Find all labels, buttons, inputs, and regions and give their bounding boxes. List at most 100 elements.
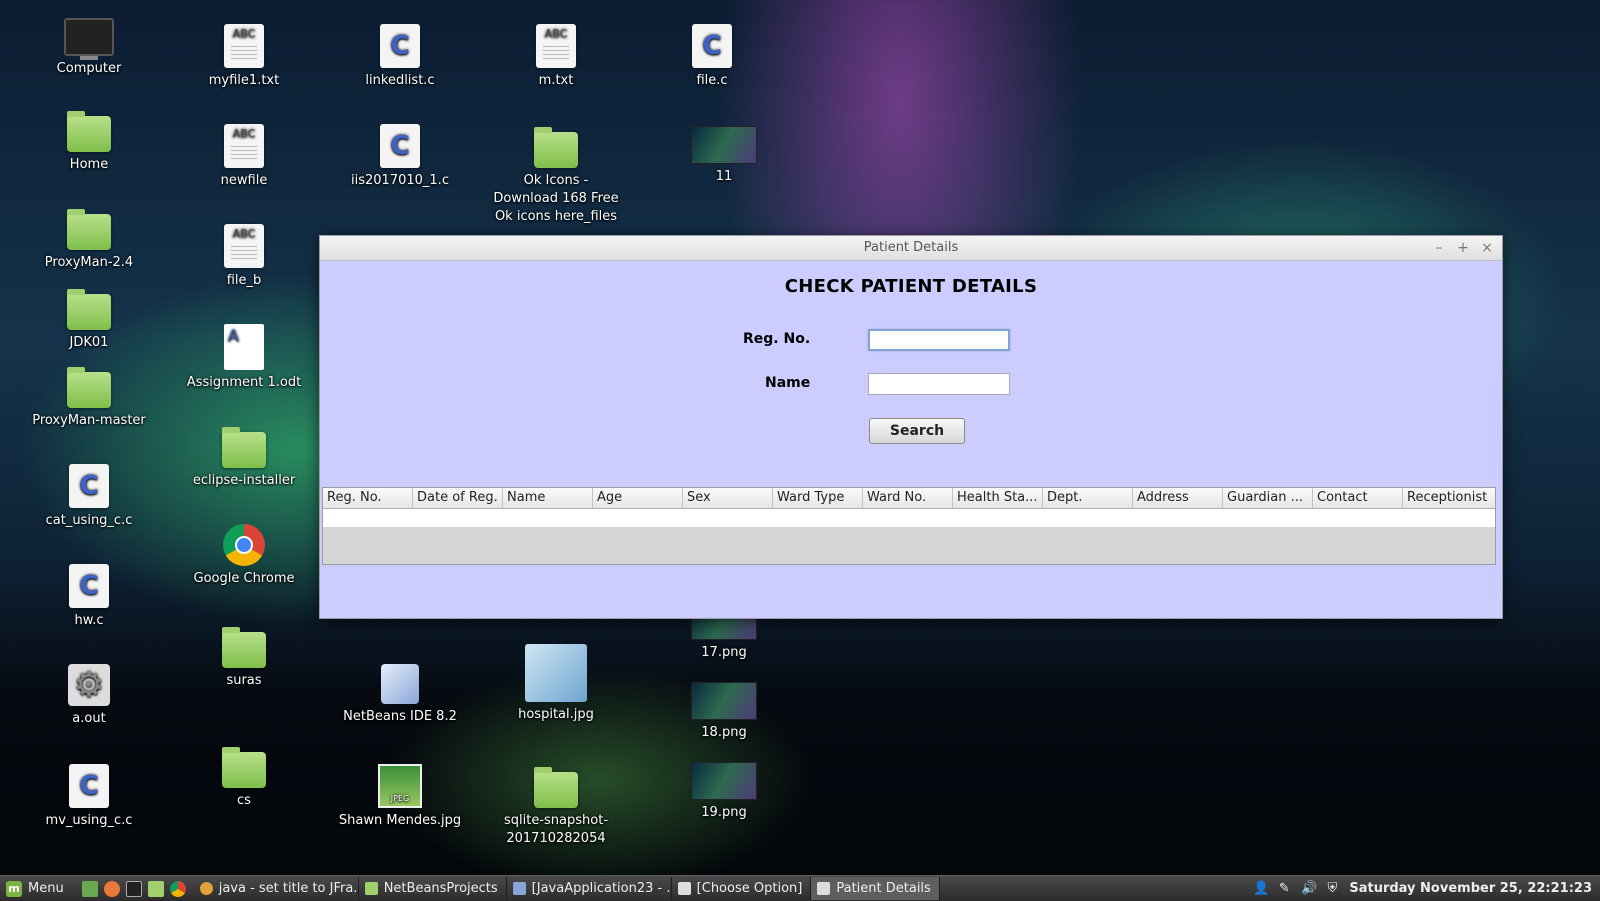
table-row[interactable] [323,509,1495,527]
column-header[interactable]: Name [503,488,593,508]
task-label: [Choose Option] [696,881,803,896]
image-thumbnail-icon [525,644,587,702]
desktop-icon-google-chrome[interactable]: Google Chrome [179,524,309,588]
desktop-icon-label: cat_using_c.c [45,513,133,528]
window-titlebar[interactable]: Patient Details – + × [320,236,1502,261]
desktop-icon-jdk01[interactable]: JDK01 [24,286,154,352]
reg-no-input[interactable] [868,329,1010,351]
executable-gear-icon: ⚙ [68,664,110,706]
c-source-file-icon: C [69,464,109,508]
column-header[interactable]: Contact [1313,488,1403,508]
desktop-icon-label: hw.c [74,613,104,628]
c-source-file-icon: C [69,764,109,808]
desktop-icon-suras[interactable]: suras [179,624,309,690]
taskbar: m Menu java - set title to JFra... NetBe… [0,875,1600,901]
terminal-icon[interactable] [125,880,142,897]
network-icon[interactable]: ✎ [1277,881,1291,896]
minimize-icon[interactable]: – [1432,236,1446,260]
quick-launchers [74,880,194,897]
desktop-icon-computer[interactable]: Computer [24,12,154,78]
desktop-icon-assignment[interactable]: A Assignment 1.odt [179,324,309,392]
desktop-icon-ok-icons[interactable]: Ok Icons - Download 168 Free Ok icons he… [491,124,621,226]
desktop-icon-a-out[interactable]: ⚙ a.out [24,664,154,728]
shield-icon[interactable]: ⛨ [1325,881,1339,896]
task-choose-option[interactable]: [Choose Option] [672,877,812,900]
desktop-icon-label: Ok Icons - Download 168 Free Ok icons he… [493,173,619,224]
folder-icon [534,127,578,168]
desktop-icon-label: 17.png [701,645,747,660]
name-input[interactable] [868,373,1010,395]
column-header[interactable]: Date of Reg. [413,488,503,508]
folder-icon [222,427,266,468]
home-folder-icon [67,111,111,152]
desktop-icon-mv-using-c[interactable]: C mv_using_c.c [24,764,154,830]
chrome-icon[interactable] [169,880,186,897]
volume-icon[interactable]: 🔊 [1301,881,1317,896]
files-icon[interactable] [147,880,164,897]
column-header[interactable]: Reg. No. [323,488,413,508]
desktop-icon-label: Assignment 1.odt [186,375,302,390]
desktop-icon-m-txt[interactable]: ABC m.txt [491,24,621,90]
folder-icon [222,627,266,668]
clock[interactable]: Saturday November 25, 22:21:23 [1349,881,1592,896]
desktop-icon-netbeans[interactable]: NetBeans IDE 8.2 [335,664,465,726]
desktop-icon-iis2017010[interactable]: C iis2017010_1.c [335,124,465,190]
search-button[interactable]: Search [869,418,965,444]
column-header[interactable]: Address [1133,488,1223,508]
desktop-icon-19[interactable]: 19.png [659,756,789,822]
desktop-icon-shawn-mendes[interactable]: JPEG Shawn Mendes.jpg [335,764,465,830]
desktop-icon-home[interactable]: Home [24,108,154,174]
column-header[interactable]: Health Sta... [953,488,1043,508]
menu-button[interactable]: m Menu [0,876,74,901]
close-icon[interactable]: × [1480,236,1494,260]
desktop-icon-label: iis2017010_1.c [351,173,449,188]
column-header[interactable]: Ward Type [773,488,863,508]
task-chrome-java[interactable]: java - set title to JFra... [194,877,359,900]
desktop-icon-label: 18.png [701,725,747,740]
desktop-icon-proxyman-master[interactable]: ProxyMan-master [24,364,154,430]
desktop-icon-myfile1[interactable]: ABC myfile1.txt [179,24,309,90]
desktop-icon-cs[interactable]: cs [179,744,309,810]
desktop-icon-file-b[interactable]: ABC file_b [179,224,309,290]
task-javaapplication23[interactable]: [JavaApplication23 - ... [507,877,672,900]
c-source-file-icon: C [380,124,420,168]
column-header[interactable]: Age [593,488,683,508]
desktop-icon-file-c[interactable]: C file.c [647,24,777,90]
user-icon[interactable]: 👤 [1253,881,1269,896]
firefox-icon[interactable] [103,880,120,897]
desktop-icon-hw-c[interactable]: C hw.c [24,564,154,630]
column-header[interactable]: Ward No. [863,488,953,508]
folder-icon [222,747,266,788]
desktop-icon-label: 11 [715,169,733,184]
column-header[interactable]: Guardian ... [1223,488,1313,508]
java-app-icon [817,882,831,895]
system-tray: 👤 ✎ 🔊 ⛨ Saturday November 25, 22:21:23 [1253,881,1600,896]
task-patient-details[interactable]: Patient Details [811,877,940,900]
task-label: java - set title to JFra... [218,881,359,896]
desktop-icon-18[interactable]: 18.png [659,676,789,742]
desktop-icon-label: Shawn Mendes.jpg [338,813,462,828]
desktop-icon-label: hospital.jpg [518,707,594,722]
desktop-icon-eclipse-installer[interactable]: eclipse-installer [179,424,309,490]
desktop-icon-11[interactable]: 11 [659,120,789,186]
column-header[interactable]: Dept. [1043,488,1133,508]
folder-icon [67,209,111,250]
column-header[interactable]: Sex [683,488,773,508]
desktop-icon-label: linkedlist.c [365,73,435,88]
desktop-icon-label: Computer [56,61,122,76]
desktop-icon-linkedlist[interactable]: C linkedlist.c [335,24,465,90]
form-heading: CHECK PATIENT DETAILS [784,276,1038,297]
task-netbeansprojects[interactable]: NetBeansProjects [359,877,507,900]
desktop-icon-proxyman-24[interactable]: ProxyMan-2.4 [24,206,154,272]
show-desktop-icon[interactable] [81,880,98,897]
maximize-icon[interactable]: + [1456,236,1470,260]
reg-no-label: Reg. No. [743,331,811,347]
column-header[interactable]: Receptionist [1403,488,1495,508]
desktop-icon-hospital[interactable]: hospital.jpg [491,644,621,724]
desktop-icon-sqlite-snapshot[interactable]: sqlite-snapshot-201710282054 [491,764,621,848]
desktop-icon-newfile[interactable]: ABC newfile [179,124,309,190]
desktop-icon-cat-using-c[interactable]: C cat_using_c.c [24,464,154,530]
folder-icon [67,367,111,408]
c-source-file-icon: C [69,564,109,608]
name-label: Name [765,375,811,391]
